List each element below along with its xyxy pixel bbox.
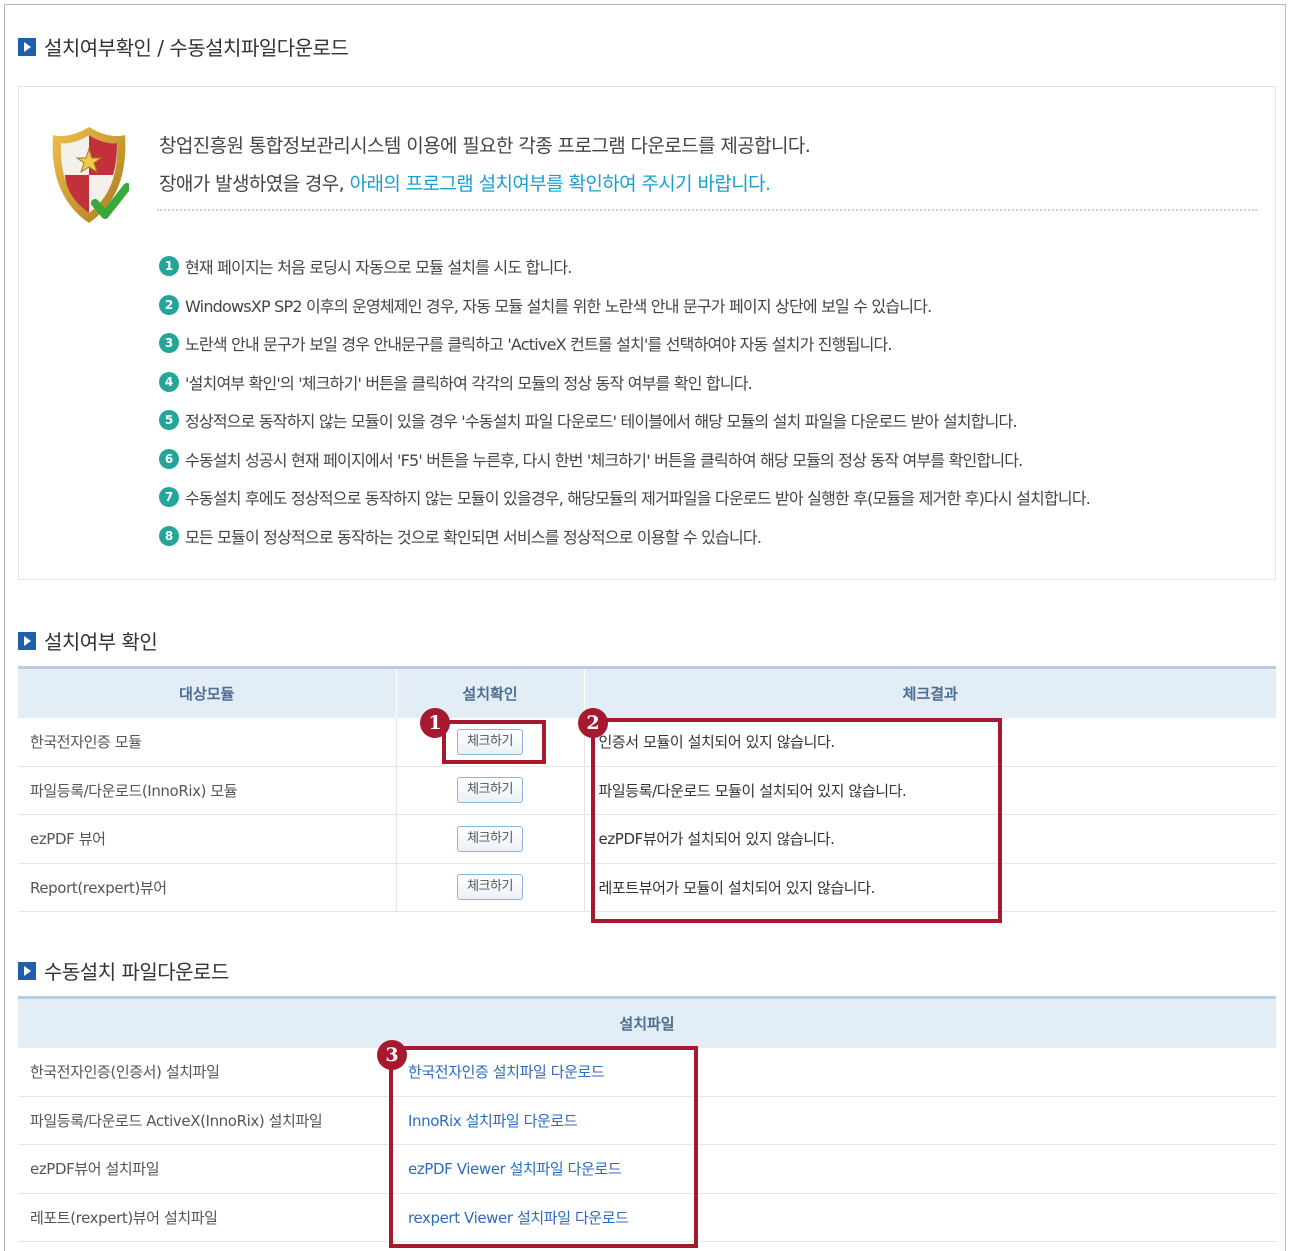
check-button[interactable]: 체크하기 [457,825,523,852]
module-name: ezPDF 뷰어 [18,814,396,864]
annotation-box-1 [442,720,546,764]
step-item: 2 WindowsXP SP2 이후의 운영체제인 경우, 자동 모듈 설치를 위… [159,286,1090,325]
section-arrow-icon [18,631,36,650]
module-name: Report(rexpert)뷰어 [18,863,396,912]
intro-line-2-plain: 장애가 발생하였을 경우, [159,173,350,195]
step-number-badge: 2 [159,294,179,315]
annotation-badge-2: 2 [578,708,608,738]
step-text: 정상적으로 동작하지 않는 모듈이 있을 경우 '수동설치 파일 다운로드' 테… [185,412,1018,432]
file-name: ezPDF뷰어 설치파일 [18,1144,396,1194]
step-number-badge: 1 [159,256,179,277]
step-text: 노란색 안내 문구가 보일 경우 안내문구를 클릭하고 'ActiveX 컨트롤… [185,335,893,355]
section-title-text: 설치여부확인 / 수동설치파일다운로드 [44,36,349,60]
check-button[interactable]: 체크하기 [457,777,523,804]
section-title-text: 수동설치 파일다운로드 [44,960,229,984]
annotation-box-2 [591,718,1002,923]
step-item: 3 노란색 안내 문구가 보일 경우 안내문구를 클릭하고 'ActiveX 컨트… [159,324,1090,363]
section-title-download: 수동설치 파일다운로드 [18,956,229,985]
step-text: 수동설치 성공시 현재 페이지에서 'F5' 버튼을 누른후, 다시 한번 '체… [185,450,1023,470]
step-number-badge: 3 [159,333,179,354]
file-name: 한국전자인증(인증서) 설치파일 [18,1047,396,1097]
section-arrow-icon [18,37,36,56]
section-title-text: 설치여부 확인 [44,630,158,654]
table-header-row: 설치파일 [18,996,1277,1048]
module-name: 파일등록/다운로드(InnoRix) 모듈 [18,766,396,815]
step-number-badge: 5 [159,410,179,431]
annotation-badge-3: 3 [377,1040,407,1070]
step-text: 모든 모듈이 정상적으로 동작하는 것으로 확인되면 서비스를 정상적으로 이용… [185,527,762,547]
annotation-box-3 [389,1046,698,1248]
step-number-badge: 6 [159,448,179,469]
section-title-check: 설치여부 확인 [18,626,158,655]
step-item: 4 '설치여부 확인'의 '체크하기' 버튼을 클릭하여 각각의 모듈의 정상 동… [159,363,1090,402]
step-item: 1 현재 페이지는 처음 로딩시 자동으로 모듈 설치를 시도 합니다. [159,247,1090,286]
step-number-badge: 4 [159,371,179,392]
check-cell: 체크하기 [395,814,584,864]
step-item: 7 수동설치 후에도 정상적으로 동작하지 않는 모듈이 있을경우, 해당모듈의 … [159,478,1091,517]
shield-check-icon [52,127,129,223]
step-item: 8 모든 모듈이 정상적으로 동작하는 것으로 확인되면 서비스를 정상적으로 이… [159,517,1090,556]
annotation-badge-1: 1 [420,708,450,738]
check-cell: 체크하기 [395,766,584,815]
header-check-result: 체크결과 [583,666,1276,718]
step-number-badge: 7 [159,487,179,508]
header-install-file: 설치파일 [18,996,1277,1048]
module-name: 한국전자인증 모듈 [18,717,396,767]
intro-line-2: 장애가 발생하였을 경우, 아래의 프로그램 설치여부를 확인하여 주시기 바랍… [159,169,771,196]
intro-line-1: 창업진흥원 통합정보관리시스템 이용에 필요한 각종 프로그램 다운로드를 제공… [159,135,811,157]
table-header-row: 대상모듈 설치확인 체크결과 [18,666,1276,718]
header-install-check: 설치확인 [395,666,584,718]
check-cell: 체크하기 [395,863,584,912]
step-text: 수동설치 후에도 정상적으로 동작하지 않는 모듈이 있을경우, 해당모듈의 제… [185,489,1091,509]
info-box: 창업진흥원 통합정보관리시스템 이용에 필요한 각종 프로그램 다운로드를 제공… [18,86,1276,580]
check-button[interactable]: 체크하기 [457,874,523,901]
step-item: 6 수동설치 성공시 현재 페이지에서 'F5' 버튼을 누른후, 다시 한번 '… [159,440,1090,479]
step-item: 5 정상적으로 동작하지 않는 모듈이 있을 경우 '수동설치 파일 다운로드' … [159,401,1090,440]
step-text: 현재 페이지는 처음 로딩시 자동으로 모듈 설치를 시도 합니다. [185,258,572,278]
dotted-divider [157,209,1257,211]
step-text: WindowsXP SP2 이후의 운영체제인 경우, 자동 모듈 설치를 위한… [185,296,932,316]
step-text: '설치여부 확인'의 '체크하기' 버튼을 클릭하여 각각의 모듈의 정상 동작… [185,373,753,393]
section-title-main: 설치여부확인 / 수동설치파일다운로드 [18,32,349,61]
steps-list: 1 현재 페이지는 처음 로딩시 자동으로 모듈 설치를 시도 합니다. 2 Win… [159,247,1091,556]
step-number-badge: 8 [159,525,179,546]
intro-line-2-highlight: 아래의 프로그램 설치여부를 확인하여 주시기 바랍니다. [349,173,771,195]
header-module: 대상모듈 [18,666,396,718]
file-name: 레포트(rexpert)뷰어 설치파일 [18,1193,396,1242]
file-name: 파일등록/다운로드 ActiveX(InnoRix) 설치파일 [18,1096,396,1145]
section-arrow-icon [18,961,36,980]
